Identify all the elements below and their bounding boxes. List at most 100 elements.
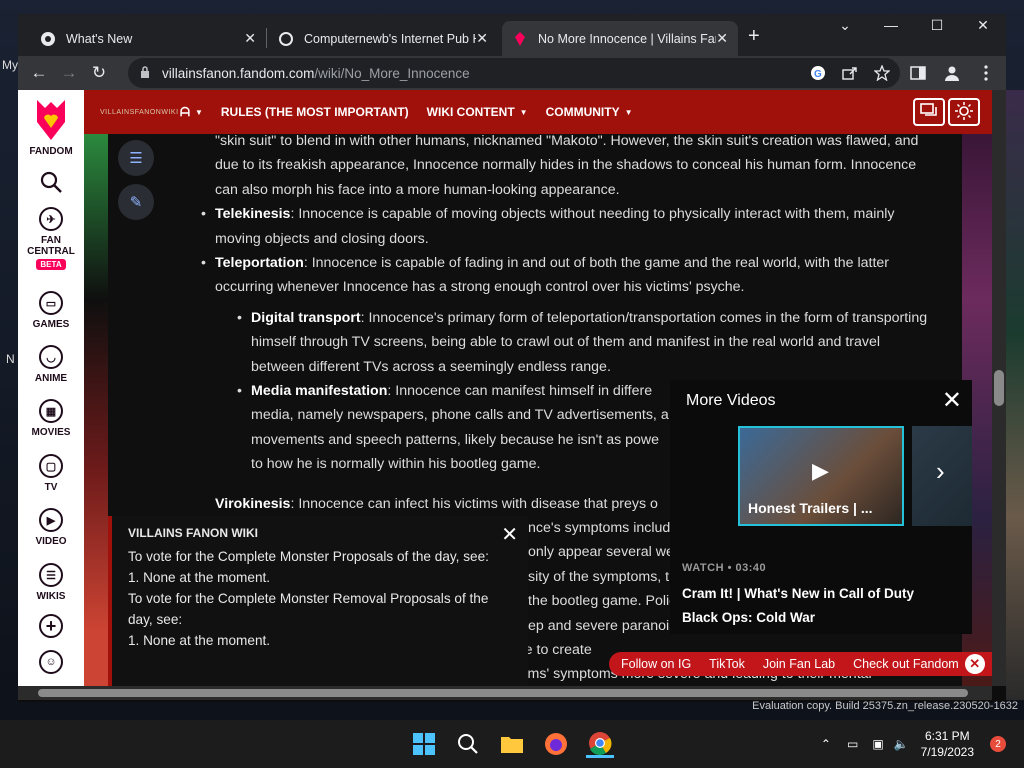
close-icon[interactable]: ✕ <box>244 30 256 47</box>
firefox-icon[interactable] <box>542 730 570 758</box>
chevron-right-icon[interactable]: › <box>936 456 945 487</box>
close-icon[interactable]: ✕ <box>501 522 518 547</box>
address-bar[interactable]: villainsfanon.fandom.com/wiki/No_More_In… <box>128 58 900 88</box>
close-icon[interactable]: ✕ <box>716 30 728 47</box>
vertical-scrollbar[interactable] <box>992 90 1006 686</box>
wiki-nav-main-menu[interactable]: ᗩ ▼ <box>180 105 203 120</box>
minimize-button[interactable]: — <box>868 14 914 38</box>
chevron-up-icon[interactable]: ⌃ <box>821 737 831 751</box>
url-host: villainsfanon.fandom.com <box>162 65 315 81</box>
close-window-button[interactable]: ✕ <box>960 14 1006 38</box>
fandom-link[interactable]: Check out Fandom <box>853 657 959 671</box>
list-item: Telekinesis: Innocence is capable of mov… <box>201 202 935 251</box>
page-viewport: FANDOM ✈ FAN CENTRAL BETA ▭ GAMES ◡ ANIM… <box>18 90 1006 702</box>
tab-title: No More Innocence | Villains Fan <box>538 31 716 46</box>
chat-icon <box>920 102 938 122</box>
clock[interactable]: 6:31 PM 7/19/2023 <box>921 728 974 760</box>
wiki-nav-wiki-content[interactable]: WIKI CONTENT ▼ <box>427 105 528 119</box>
forward-button[interactable]: → <box>54 63 84 83</box>
fan-lab-link[interactable]: Join Fan Lab <box>763 657 835 671</box>
theme-toggle-button[interactable] <box>948 98 980 126</box>
chevron-down-icon: ▼ <box>194 107 203 117</box>
wiki-logo[interactable]: VILLAINSFANONWIKI <box>100 109 178 116</box>
wiki-nav-community[interactable]: COMMUNITY ▼ <box>546 105 633 119</box>
rail-anime[interactable]: ◡ ANIME <box>18 345 84 384</box>
share-icon[interactable] <box>840 63 860 83</box>
horizontal-scrollbar[interactable] <box>18 686 992 700</box>
fandom-home-link[interactable]: FANDOM <box>18 98 84 157</box>
rail-tv[interactable]: ▢ TV <box>18 454 84 493</box>
edit-button[interactable]: ✎ <box>118 184 154 220</box>
notification-badge[interactable]: 2 <box>990 736 1006 752</box>
notice-line: 1. None at the moment. <box>128 633 271 648</box>
rail-wikis[interactable]: ☰ WIKIS <box>18 563 84 602</box>
tv-icon: ▢ <box>39 454 63 478</box>
lock-icon[interactable] <box>140 65 150 81</box>
back-button[interactable]: ← <box>24 63 54 83</box>
scrollbar-thumb[interactable] <box>994 370 1004 406</box>
table-of-contents-button[interactable]: ☰ <box>118 140 154 176</box>
next-video-thumbnail[interactable]: › <box>912 426 972 526</box>
maximize-button[interactable]: ☐ <box>914 14 960 38</box>
rail-label: FAN CENTRAL <box>27 235 75 257</box>
rail-movies[interactable]: ▦ MOVIES <box>18 399 84 438</box>
desktop-icon-label[interactable]: My <box>2 58 18 72</box>
close-icon[interactable]: ✕ <box>942 386 962 415</box>
google-icon[interactable]: G <box>808 63 828 83</box>
ability-term: Digital transport <box>251 309 361 326</box>
video-title[interactable]: Cram It! | What's New in Call of Duty Bl… <box>682 582 952 630</box>
clock-time: 6:31 PM <box>924 729 970 743</box>
more-videos-popup: More Videos ✕ ▶ Honest Trailers | ... › … <box>670 380 972 634</box>
tab-whats-new[interactable]: What's New ✕ <box>30 21 266 56</box>
menu-kebab-icon[interactable] <box>974 61 998 85</box>
nav-label: COMMUNITY <box>545 105 620 119</box>
wiki-nav-rules[interactable]: RULES (THE MOST IMPORTANT) <box>221 105 409 119</box>
desktop-icon-label[interactable]: N <box>6 352 15 366</box>
tiktok-link[interactable]: TikTok <box>709 657 745 671</box>
rail-label: WIKIS <box>36 591 66 602</box>
follow-ig-link[interactable]: Follow on IG <box>621 657 691 671</box>
ability-term: Teleportation <box>215 255 304 272</box>
profile-icon[interactable] <box>940 61 964 85</box>
rail-label: FANDOM <box>29 146 73 157</box>
rail-games[interactable]: ▭ GAMES <box>18 291 84 330</box>
wiki-header: VILLAINSFANONWIKI ᗩ ▼ RULES (THE MOST IMP… <box>84 90 1006 134</box>
watch-duration: WATCH • 03:40 <box>682 562 767 574</box>
discussions-button[interactable] <box>913 98 945 126</box>
file-explorer-icon[interactable] <box>498 730 526 758</box>
video-icon: ▶ <box>39 508 63 532</box>
site-notice: VILLAINS FANON WIKI To vote for the Comp… <box>108 516 528 686</box>
bookmark-star-icon[interactable] <box>872 63 892 83</box>
reload-button[interactable]: ↻ <box>84 63 114 83</box>
tab-internet-pub[interactable]: Computernewb's Internet Pub H ✕ <box>268 21 498 56</box>
windows-start-icon[interactable] <box>410 730 438 758</box>
browser-window: What's New ✕ Computernewb's Internet Pub… <box>18 14 1006 702</box>
side-panel-icon[interactable] <box>906 61 930 85</box>
network-icon[interactable]: ▭ <box>847 737 858 751</box>
play-icon: ▶ <box>812 458 829 483</box>
rail-fan-central[interactable]: ✈ FAN CENTRAL BETA <box>18 207 84 270</box>
rail-account[interactable]: ☺ <box>18 650 84 678</box>
anime-icon: ◡ <box>39 345 63 369</box>
search-icon <box>39 170 63 194</box>
new-tab-button[interactable]: + <box>748 25 760 48</box>
tab-no-more-innocence[interactable]: No More Innocence | Villains Fan ✕ <box>502 21 738 56</box>
scrollbar-thumb[interactable] <box>38 689 968 697</box>
display-icon[interactable]: ▣ <box>872 737 883 751</box>
list-item: Digital transport: Innocence's primary f… <box>237 306 935 379</box>
rail-create-wiki[interactable]: + <box>18 614 84 642</box>
search-icon[interactable] <box>454 730 482 758</box>
rail-video[interactable]: ▶ VIDEO <box>18 508 84 547</box>
volume-icon[interactable]: 🔈 <box>894 737 909 751</box>
sun-icon <box>955 101 973 123</box>
rocket-icon: ✈ <box>39 207 63 231</box>
chrome-icon[interactable] <box>586 730 614 758</box>
user-icon: ☺ <box>39 650 63 674</box>
close-icon[interactable]: ✕ <box>476 30 488 47</box>
pencil-icon: ✎ <box>129 194 143 211</box>
video-thumbnail[interactable]: ▶ Honest Trailers | ... <box>738 426 904 526</box>
tab-search-button[interactable]: ⌄ <box>822 14 868 38</box>
rail-search[interactable] <box>18 170 84 194</box>
menu-icon: ᗩ <box>180 104 190 119</box>
close-icon[interactable]: ✕ <box>964 654 985 674</box>
